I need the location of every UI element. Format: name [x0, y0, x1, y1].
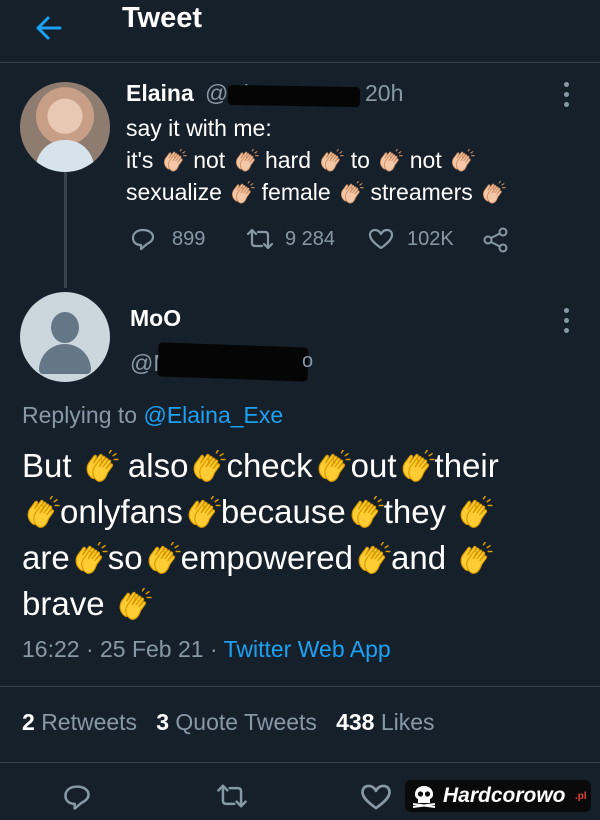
replying-to: Replying to @Elaina_Exe	[22, 402, 284, 428]
skull-icon	[412, 786, 436, 808]
clap-emoji-icon	[70, 541, 108, 576]
clap-emoji-icon	[455, 495, 493, 530]
tweet-text-line: But also check out their	[22, 447, 499, 484]
reply-action[interactable]: 899	[130, 227, 205, 251]
tweet-text-line: onlyfans because they	[22, 490, 493, 534]
clap-emoji-icon	[232, 148, 259, 173]
tweet-text-line: are so empowered and	[22, 536, 493, 580]
tweet-metadata: 16:22 · 25 Feb 21 · Twitter Web App	[22, 636, 391, 662]
divider	[0, 686, 600, 687]
retweet-icon[interactable]	[215, 782, 249, 810]
reply-count: 899	[172, 227, 206, 250]
tweet-text-line: say it with me:	[126, 115, 272, 141]
clap-emoji-icon	[346, 495, 384, 530]
like-icon[interactable]	[360, 782, 392, 812]
avatar[interactable]	[20, 82, 110, 172]
retweets-stat[interactable]: 2 Retweets	[22, 709, 137, 735]
page-title: Tweet	[122, 2, 203, 34]
clap-emoji-icon	[448, 148, 475, 173]
retweet-action[interactable]: 9 284	[245, 227, 335, 251]
reply-icon[interactable]	[130, 227, 156, 251]
like-action[interactable]: 102K	[368, 227, 454, 251]
share-icon[interactable]	[482, 227, 510, 253]
clap-emoji-icon	[188, 449, 227, 484]
more-icon[interactable]	[564, 308, 570, 338]
quote-tweets-stat[interactable]: 3 Quote Tweets	[156, 709, 317, 735]
thread-line	[64, 172, 67, 288]
clap-emoji-icon	[160, 148, 187, 173]
clap-emoji-icon	[353, 541, 391, 576]
clap-emoji-icon	[143, 541, 181, 576]
author-handle-tail: o	[302, 350, 314, 372]
redaction-bar	[227, 84, 361, 108]
redaction-bar	[157, 342, 309, 382]
reply-icon[interactable]	[62, 782, 92, 812]
source-app-link[interactable]: Twitter Web App	[224, 636, 391, 662]
clap-emoji-icon	[337, 180, 364, 205]
clap-emoji-icon	[313, 449, 351, 484]
author-name[interactable]: Elaina	[126, 80, 194, 107]
clap-emoji-icon	[455, 541, 493, 576]
tweet-text-line: brave	[22, 582, 152, 626]
clap-emoji-icon	[22, 495, 60, 530]
tweet-text-line: it's not hard to not	[126, 144, 475, 176]
clap-emoji-icon	[479, 180, 506, 205]
clap-emoji-icon	[317, 148, 345, 173]
retweet-icon[interactable]	[245, 227, 275, 251]
retweet-count: 9 284	[285, 227, 336, 250]
like-icon[interactable]	[368, 227, 394, 251]
likes-stat[interactable]: 438 Likes	[336, 709, 434, 735]
clap-emoji-icon	[81, 449, 119, 484]
clap-emoji-icon	[376, 148, 404, 173]
clap-emoji-icon	[228, 180, 255, 205]
tweet-stats: 2 Retweets 3 Quote Tweets 438 Likes	[22, 709, 435, 736]
clap-emoji-icon	[397, 449, 435, 484]
more-icon[interactable]	[564, 82, 570, 112]
app-header: Tweet	[0, 0, 600, 63]
avatar[interactable]	[20, 292, 110, 382]
like-count: 102K	[407, 227, 454, 250]
tweet-text-line: sexualize female streamers	[126, 176, 506, 208]
clap-emoji-icon	[114, 587, 152, 622]
replying-handle-link[interactable]: @Elaina_Exe	[143, 402, 283, 428]
clap-emoji-icon	[183, 495, 221, 530]
author-name[interactable]: MoO	[130, 305, 181, 332]
tweet-time[interactable]: 20h	[365, 80, 403, 107]
divider	[0, 762, 600, 763]
watermark-logo: Hardcorowo .pl	[405, 780, 591, 812]
back-arrow-icon[interactable]	[30, 8, 70, 48]
